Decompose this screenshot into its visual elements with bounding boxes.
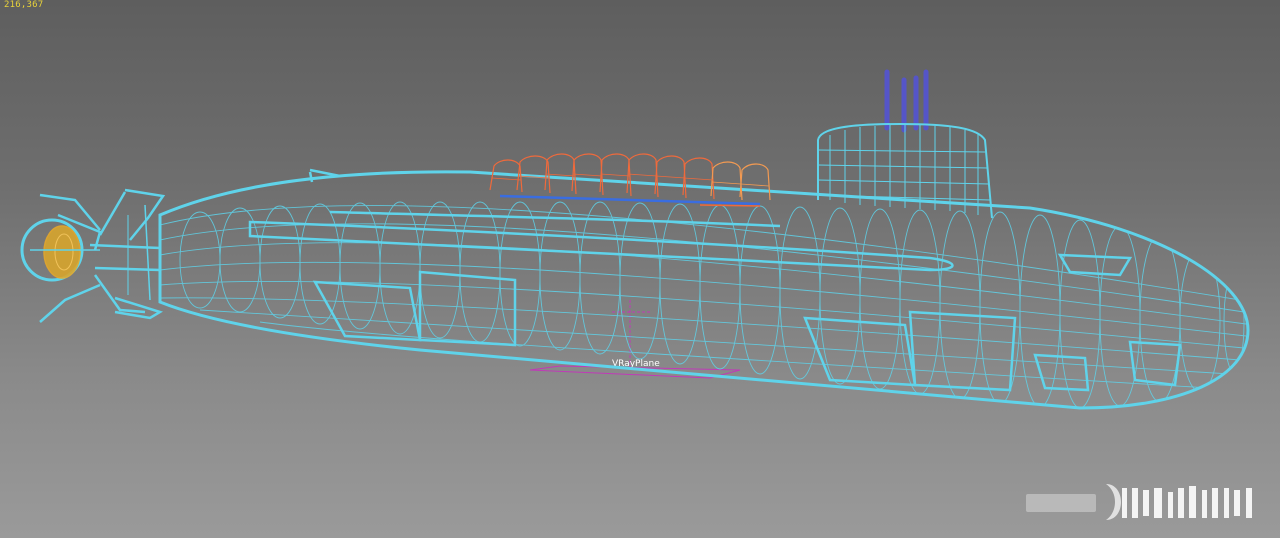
- periscope-masts[interactable]: [884, 69, 929, 133]
- weapon-bay-panels: [312, 253, 1182, 392]
- 3d-viewport[interactable]: 216,367 VRayPlane: [0, 0, 1280, 538]
- missile-tube-hatches[interactable]: [489, 153, 771, 207]
- vray-plane-gizmo[interactable]: VRayPlane: [529, 300, 741, 379]
- propeller-shroud[interactable]: [20, 218, 100, 282]
- watermark-logo-icon: [1026, 484, 1252, 520]
- scene-canvas[interactable]: VRayPlane: [0, 0, 1280, 538]
